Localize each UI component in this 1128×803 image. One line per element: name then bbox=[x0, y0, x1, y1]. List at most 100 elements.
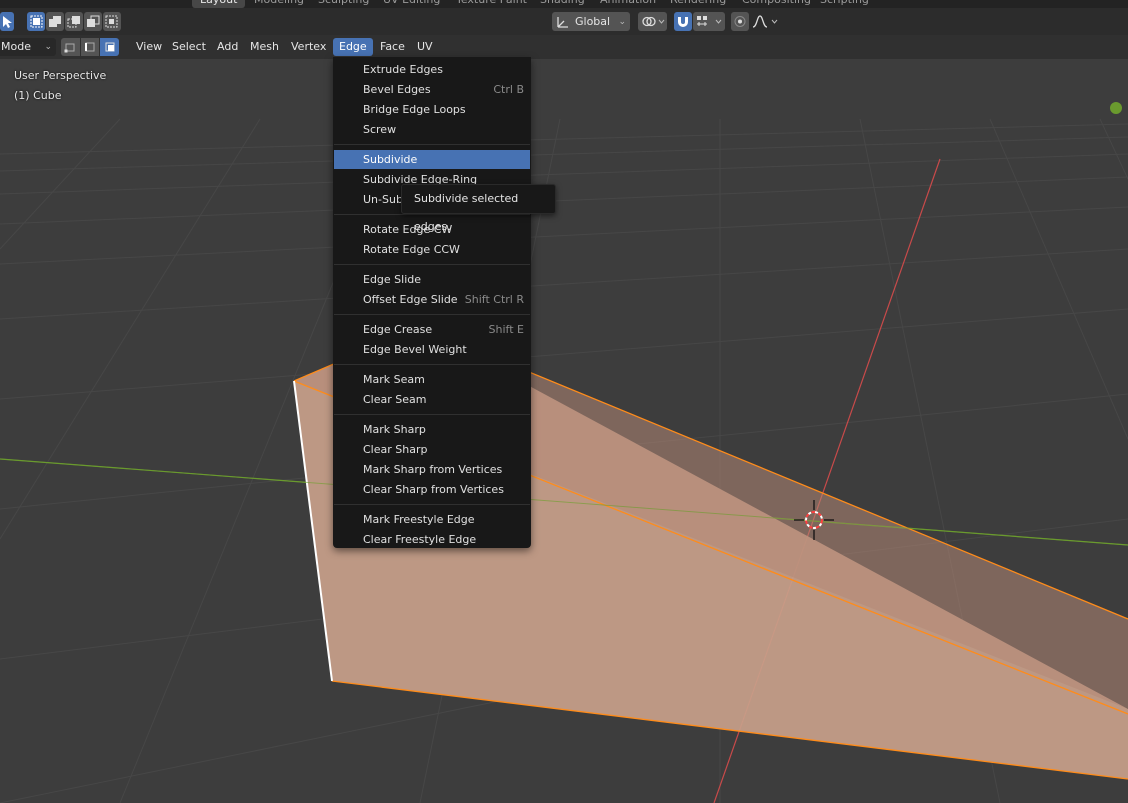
menu-add[interactable]: Add bbox=[211, 38, 244, 56]
menu-item-label: Bevel Edges bbox=[363, 83, 431, 96]
transform-orientation-dropdown[interactable]: Global ⌄ bbox=[552, 12, 630, 31]
proportional-edit-icon bbox=[734, 16, 746, 27]
snap-toggle[interactable] bbox=[674, 12, 692, 31]
chevron-down-icon: ⌄ bbox=[618, 16, 626, 27]
face-select-button[interactable] bbox=[100, 38, 120, 56]
workspace-tab-compositing[interactable]: Compositing bbox=[734, 0, 819, 8]
menu-separator bbox=[334, 314, 530, 315]
menu-item-edge-crease[interactable]: Edge Crease Shift E bbox=[334, 320, 530, 339]
workspace-tab-animation[interactable]: Animation bbox=[592, 0, 664, 8]
workspace-tab-texture-paint[interactable]: Texture Paint bbox=[448, 0, 535, 8]
menu-item-edge-slide[interactable]: Edge Slide bbox=[334, 270, 530, 289]
menu-item-label: Mark Sharp bbox=[363, 423, 426, 436]
menu-item-mark-seam[interactable]: Mark Seam bbox=[334, 370, 530, 389]
menu-select[interactable]: Select bbox=[166, 38, 212, 56]
menu-item-shortcut: Ctrl B bbox=[493, 83, 524, 96]
menu-edge[interactable]: Edge bbox=[333, 38, 373, 56]
menu-item-subdivide[interactable]: Subdivide bbox=[334, 150, 530, 169]
select-box-mode-new[interactable] bbox=[27, 12, 45, 31]
menu-mesh[interactable]: Mesh bbox=[244, 38, 285, 56]
snap-increment-icon bbox=[697, 16, 722, 26]
workspace-tab-modeling[interactable]: Modeling bbox=[246, 0, 312, 8]
workspace-tab-rendering[interactable]: Rendering bbox=[662, 0, 734, 8]
workspace-tab-layout[interactable]: Layout bbox=[192, 0, 246, 8]
snap-target-dropdown[interactable] bbox=[693, 12, 725, 31]
edge-select-icon bbox=[85, 42, 95, 52]
workspace-tab-sculpting[interactable]: Sculpting bbox=[310, 0, 377, 8]
vertex-select-button[interactable] bbox=[61, 38, 80, 56]
vertex-select-icon bbox=[64, 43, 75, 53]
select-intersect-icon bbox=[105, 15, 118, 28]
navigation-gizmo-y-dot bbox=[1110, 102, 1122, 114]
menu-item-label: Offset Edge Slide bbox=[363, 293, 458, 306]
editor-header: Mode ⌄ View Select Add Mesh Vertex Edge Face UV bbox=[0, 35, 1128, 59]
menu-item-extrude-edges[interactable]: Extrude Edges bbox=[334, 60, 530, 79]
menu-item-label: Clear Sharp bbox=[363, 443, 428, 456]
menu-item-label: Edge Crease bbox=[363, 323, 433, 336]
face-select-icon bbox=[105, 42, 115, 52]
menu-item-clear-freestyle-edge[interactable]: Clear Freestyle Edge bbox=[334, 530, 530, 549]
pivot-point-dropdown[interactable] bbox=[638, 12, 667, 31]
select-box-mode-extend[interactable] bbox=[46, 12, 64, 31]
select-new-icon bbox=[30, 15, 43, 28]
transform-orientation-value: Global bbox=[575, 15, 611, 28]
menu-item-shortcut: Shift E bbox=[488, 323, 524, 336]
edge-menu-dropdown: Extrude Edges Bevel Edges Ctrl B Bridge Edg… bbox=[333, 57, 531, 548]
menu-item-edge-bevel-weight[interactable]: Edge Bevel Weight bbox=[334, 340, 530, 359]
menu-item-label: Subdivide bbox=[363, 153, 418, 166]
menu-item-bridge-edge-loops[interactable]: Bridge Edge Loops bbox=[334, 100, 530, 119]
menu-separator bbox=[334, 364, 530, 365]
mode-dropdown[interactable]: Mode ⌄ bbox=[0, 38, 56, 56]
menu-view[interactable]: View bbox=[130, 38, 168, 56]
link-icon bbox=[642, 16, 665, 27]
workspace-tab-scripting[interactable]: Scripting bbox=[812, 0, 877, 8]
menu-face[interactable]: Face bbox=[374, 38, 411, 56]
chevron-down-icon: ⌄ bbox=[44, 42, 52, 52]
menu-separator bbox=[334, 144, 530, 145]
select-box-mode-subtract[interactable] bbox=[65, 12, 83, 31]
select-subtract-icon bbox=[67, 16, 80, 28]
menu-vertex[interactable]: Vertex bbox=[285, 38, 332, 56]
menu-item-mark-freestyle-edge[interactable]: Mark Freestyle Edge bbox=[334, 510, 530, 529]
menu-item-mark-sharp[interactable]: Mark Sharp bbox=[334, 420, 530, 439]
menu-item-label: Edge Bevel Weight bbox=[363, 343, 467, 356]
cursor-arrow-icon bbox=[3, 16, 12, 28]
menu-item-bevel-edges[interactable]: Bevel Edges Ctrl B bbox=[334, 80, 530, 99]
menu-uv[interactable]: UV bbox=[411, 38, 439, 56]
menu-item-label: Screw bbox=[363, 123, 397, 136]
menu-item-mark-sharp-from-vertices[interactable]: Mark Sharp from Vertices bbox=[334, 460, 530, 479]
mesh-select-mode bbox=[61, 38, 120, 56]
magnet-icon bbox=[678, 17, 688, 27]
menu-item-label: Clear Sharp from Vertices bbox=[363, 483, 504, 496]
tool-header: Global ⌄ bbox=[0, 8, 1128, 35]
menu-item-label: Rotate Edge CCW bbox=[363, 243, 460, 256]
menu-item-label: Clear Seam bbox=[363, 393, 427, 406]
menu-item-label: Mark Sharp from Vertices bbox=[363, 463, 503, 476]
tool-select-button[interactable] bbox=[0, 12, 14, 31]
menu-item-clear-seam[interactable]: Clear Seam bbox=[334, 390, 530, 409]
select-box-mode-intersect[interactable] bbox=[103, 12, 121, 31]
proportional-edit-toggle[interactable] bbox=[731, 12, 749, 31]
workspace-tab-shading[interactable]: Shading bbox=[532, 0, 593, 8]
menu-separator bbox=[334, 414, 530, 415]
viewport-perspective-label: User Perspective bbox=[14, 69, 107, 82]
subdivide-tooltip: Subdivide selected edges. bbox=[401, 184, 556, 233]
viewport-object-label: (1) Cube bbox=[14, 89, 62, 102]
menu-item-screw[interactable]: Screw bbox=[334, 120, 530, 139]
edge-select-button[interactable] bbox=[80, 38, 100, 56]
viewport-canvas bbox=[0, 59, 1128, 803]
select-invert-icon bbox=[87, 15, 100, 27]
menu-item-clear-sharp-from-vertices[interactable]: Clear Sharp from Vertices bbox=[334, 480, 530, 499]
menu-item-label: Clear Freestyle Edge bbox=[363, 533, 477, 546]
menu-item-rotate-edge-ccw[interactable]: Rotate Edge CCW bbox=[334, 240, 530, 259]
menu-separator bbox=[334, 264, 530, 265]
menu-item-offset-edge-slide[interactable]: Offset Edge Slide Shift Ctrl R bbox=[334, 290, 530, 309]
select-box-mode-invert[interactable] bbox=[84, 12, 102, 31]
mode-value: Mode bbox=[1, 40, 31, 53]
workspace-tab-uv-editing[interactable]: UV Editing bbox=[375, 0, 448, 8]
3d-viewport[interactable]: User Perspective (1) Cube bbox=[0, 59, 1128, 803]
menu-item-clear-sharp[interactable]: Clear Sharp bbox=[334, 440, 530, 459]
proportional-falloff-dropdown[interactable] bbox=[750, 12, 782, 31]
menu-separator bbox=[334, 504, 530, 505]
menu-item-label: Extrude Edges bbox=[363, 63, 443, 76]
